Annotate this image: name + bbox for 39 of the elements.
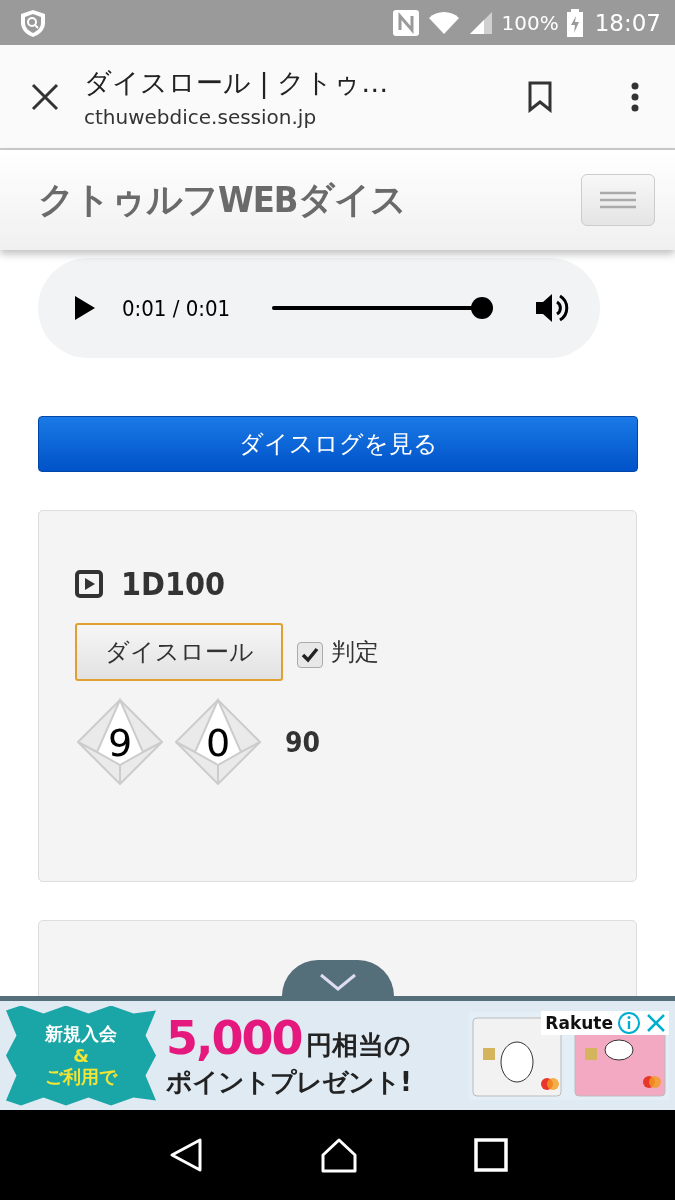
nfc-icon [391,8,420,37]
volume-icon [534,291,570,325]
dice-roll-button[interactable]: ダイスロール [75,623,283,681]
roll-total: 90 [285,725,321,759]
judge-checkbox[interactable] [297,642,323,668]
ad-amount: 5,000 [166,1011,302,1065]
judge-label: 判定 [331,637,379,668]
die-value: 9 [107,721,133,765]
more-vertical-icon [631,81,639,112]
play-square-icon [75,570,103,598]
chevron-down-icon [318,972,358,992]
ad-headline: 円相当の [305,1029,411,1062]
play-button[interactable] [74,295,96,321]
battery-percent: 100% [501,10,559,35]
play-icon [74,295,96,321]
wifi-icon [427,9,460,36]
page-url: cthuwebdice.session.jp [84,104,318,129]
dice-log-button[interactable]: ダイスログを見る [38,416,638,472]
badge-text: 新規入会 [45,1023,117,1045]
close-icon [30,81,60,112]
dice-formula: 1D100 [121,565,226,603]
ad-headline: ポイントプレゼント! [166,1066,411,1099]
shield-icon [18,7,48,38]
clock-time: 18:07 [594,9,661,36]
site-title: クトゥルフWEBダイス [38,177,406,222]
volume-button[interactable] [534,291,570,325]
close-icon[interactable] [645,1012,667,1034]
ad-banner[interactable]: 新規入会 & ご利用で 5,000 円相当の ポイントプレゼント! Rakute [0,996,675,1110]
menu-icon [598,190,638,210]
die-value: 0 [205,721,231,765]
battery-charging-icon [566,8,583,37]
info-icon[interactable] [617,1011,641,1035]
bookmark-icon [527,80,553,113]
badge-text: ご利用で [45,1066,117,1088]
recent-apps-icon[interactable] [473,1138,508,1172]
ad-brand: Rakute [545,1013,613,1033]
badge-text: & [73,1044,89,1067]
page-title: ダイスロール | クトゥ… [84,65,390,101]
audio-time: 0:01 / 0:01 [122,295,231,321]
